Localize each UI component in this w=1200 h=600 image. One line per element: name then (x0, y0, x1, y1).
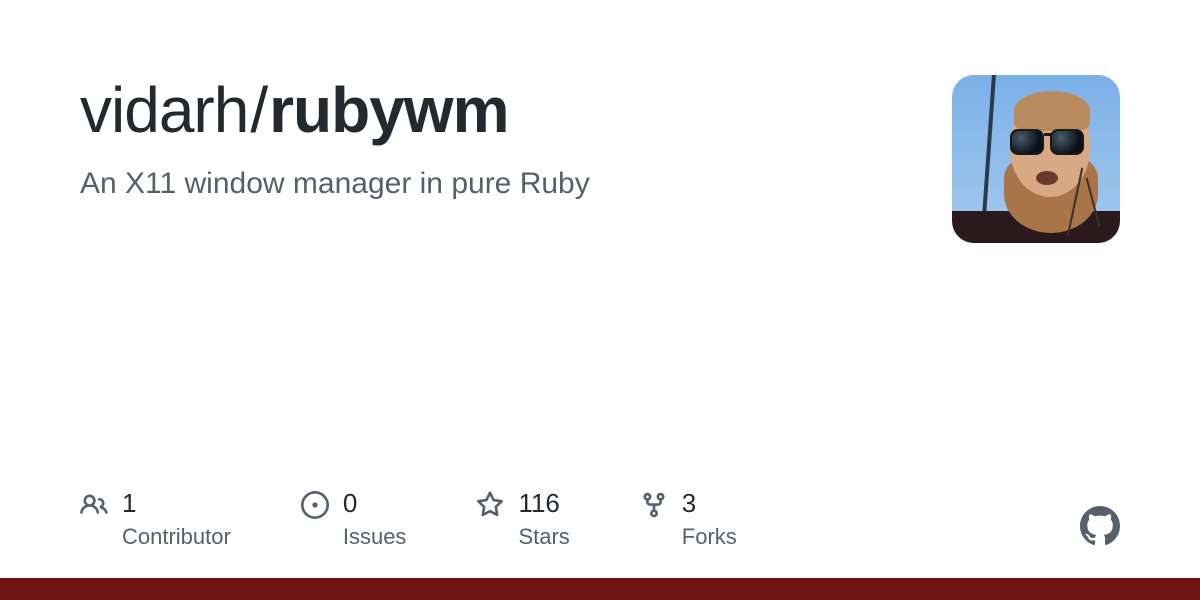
star-icon (476, 491, 504, 519)
stars-value: 116 (518, 489, 569, 518)
people-icon (80, 491, 108, 519)
issues-label: Issues (343, 524, 407, 550)
title-block: vidarh/rubywm An X11 window manager in p… (80, 75, 912, 201)
forks-value: 3 (682, 489, 737, 518)
github-logo-icon[interactable] (1080, 506, 1120, 546)
fork-icon (640, 491, 668, 519)
language-color-bar (0, 578, 1200, 600)
issues-value: 0 (343, 489, 407, 518)
owner-avatar[interactable] (952, 75, 1120, 243)
repo-name[interactable]: rubywm (269, 74, 508, 146)
contributors-label: Contributor (122, 524, 231, 550)
header-row: vidarh/rubywm An X11 window manager in p… (80, 75, 1120, 243)
forks-label: Forks (682, 524, 737, 550)
contributors-value: 1 (122, 489, 231, 518)
issue-icon (301, 491, 329, 519)
repo-description: An X11 window manager in pure Ruby (80, 167, 912, 201)
repo-owner[interactable]: vidarh (80, 74, 248, 146)
stat-forks[interactable]: 3 Forks (640, 489, 737, 550)
repo-card: vidarh/rubywm An X11 window manager in p… (0, 0, 1200, 600)
repo-slash: / (250, 74, 267, 146)
stat-contributors[interactable]: 1 Contributor (80, 489, 231, 550)
stats-row: 1 Contributor 0 Issues 116 Stars (80, 489, 1120, 550)
stat-issues[interactable]: 0 Issues (301, 489, 407, 550)
stars-label: Stars (518, 524, 569, 550)
repo-title: vidarh/rubywm (80, 75, 912, 145)
stat-stars[interactable]: 116 Stars (476, 489, 569, 550)
